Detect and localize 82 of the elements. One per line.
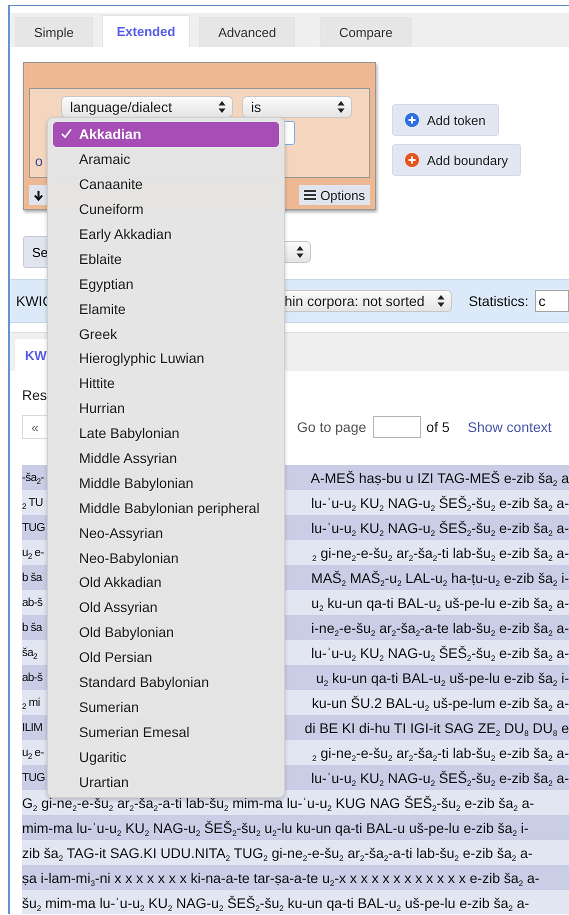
move-down-button[interactable] (29, 185, 47, 205)
right-context: lu-ʾu-u$_{2}$ KU$_{2}$ NAG-u$_{2}$ ŠEŠ$_{2}$-šu$_{2}$ e-zib ša$_{2}$ a- (311, 770, 569, 786)
page-field[interactable] (373, 416, 422, 438)
left-context: TUG (22, 772, 46, 784)
right-context: MAŠ$_{2}$ MAŠ$_{2}$-u$_{2}$ LAL-u$_{2}$ ha-ṭu-u$_{2}$ e-zib ša$_{2}$ i- (311, 570, 569, 586)
updown-arrows-icon (337, 100, 345, 114)
down-arrow-icon (32, 190, 44, 200)
menu-item[interactable]: Hittite (53, 370, 279, 396)
menu-item[interactable]: Standard Babylonian (53, 670, 279, 694)
menu-item[interactable]: Ugaritic (53, 744, 279, 770)
concordance-line: ṣa i-lam-mi$_{3}$-ni x x x x x x x ki-na-a-te tar-ṣa-a-te u$_{2}$-x x x x x x x x x x x x e-zib ša$_{2}$ a- (22, 870, 540, 886)
menu-item[interactable]: Aramaic (53, 146, 279, 172)
options-button[interactable]: Options (299, 185, 370, 205)
left-context: TUG (22, 522, 46, 534)
tab[interactable]: Advanced (199, 17, 296, 47)
add-button[interactable]: Add token (392, 104, 499, 136)
right-context: lu-ʾu-u$_{2}$ KU$_{2}$ NAG-u$_{2}$ ŠEŠ$_{2}$-šu$_{2}$ e-zib ša$_{2}$ a- (311, 494, 569, 510)
results-label: Res (22, 387, 47, 403)
go-to-page-label: Go to page (297, 419, 366, 435)
menu-item[interactable]: Sumerian (53, 694, 279, 720)
updown-arrows-icon (218, 100, 226, 114)
concordance-line: mim-ma lu-ʾu-u$_{2}$ KU$_{2}$ NAG-u$_{2}$ ŠEŠ$_{2}$-šu$_{2}$ u$_{2}$-lu ku-un qa-ti BAL-u uš-pe-lu e-zib ša$_{2}$ i- (22, 820, 529, 836)
menu-item[interactable]: Sumerian Emesal (53, 719, 279, 744)
right-context: i-ne$_{2}$-e-šu$_{2}$ ar$_{2}$-ša$_{2}$-a-te lab-šu$_{2}$ e-zib ša$_{2}$ a- (311, 620, 569, 636)
concordance-line: zib ša$_{2}$ TAG-it SAG.KI UDU.NITA$_{2}$ TUG$_{2}$ gi-ne$_{2}$-e-šu$_{2}$ ar$_{2}$-ša$_{2}$-a-ti lab-šu$_{2}$ e-zib ša$_{2}$ a- (22, 844, 533, 860)
left-context: b ša (22, 572, 44, 584)
right-context: u$_{2}$ ku-un qa-ti BAL-u$_{2}$ uš-pe-lu e-zib ša$_{2}$ a- (311, 594, 569, 610)
left-context: ab-š (22, 672, 44, 684)
left-context: ša$_{2}$ (22, 646, 38, 658)
right-context: lu-ʾu-u$_{2}$ KU$_{2}$ NAG-u$_{2}$ ŠEŠ$_{2}$-šu$_{2}$ e-zib ša$_{2}$ a- (311, 520, 569, 536)
menu-item[interactable]: Late Babylonian (53, 420, 279, 446)
concordance-line: šu$_{2}$ mim-ma lu-ʾu-u$_{2}$ KU$_{2}$ NAG-u$_{2}$ ŠEŠ$_{2}$-šu$_{2}$ ku-un qa-ti BAL-u$_{2}$ uš-pe-lu e-zib ša$_{2}$ a- (22, 894, 530, 910)
menu-item[interactable]: Old Akkadian (53, 570, 279, 595)
show-context-link[interactable]: Show context (468, 419, 552, 435)
right-context: $_{2}$ gi-ne$_{2}$-e-šu$_{2}$ ar$_{2}$-ša$_{2}$-ti lab-šu$_{2}$ e-zib ša$_{2}$ a- (312, 544, 569, 560)
menu-item[interactable]: Middle Babylonian peripheral (53, 495, 279, 520)
updown-arrows-icon (296, 245, 304, 259)
previous-page-button[interactable]: « (22, 415, 48, 439)
right-context: A-MEŠ haṣ-bu u IZI TAG-MEŠ e-zib ša$_{2}$ a (310, 470, 569, 486)
menu-item[interactable]: Old Persian (53, 644, 279, 670)
menu-item[interactable]: Old Babylonian (53, 620, 279, 645)
plus-circle-icon (405, 153, 419, 167)
left-context: -ša$_{2}$- (22, 472, 45, 484)
menu-item[interactable]: Old Assyrian (53, 594, 279, 620)
menu-item[interactable]: Urartian (53, 769, 279, 794)
attribute-select[interactable]: language/dialect (61, 96, 233, 118)
tab[interactable]: Simple (15, 17, 93, 47)
tab[interactable]: Extended (102, 15, 190, 47)
updown-arrows-icon (436, 294, 445, 308)
left-context: ab-š (22, 596, 44, 608)
menu-item[interactable]: Neo-Assyrian (53, 520, 279, 546)
concordance-line: G$_{2}$ gi-ne$_{2}$-e-šu$_{2}$ ar$_{2}$-ša$_{2}$-a-ti lab-šu$_{2}$ mim-ma lu-ʾu-u$_{2}$ KUG NAG ŠEŠ$_{2}$-šu$_{2}$ e-zib ša$_{2}$ a- (22, 794, 534, 810)
statistics-label: Statistics: (468, 293, 528, 309)
right-context: di BE KI di-hu TI IGI-it SAG ZE$_{2}$ DU$_{8}$ DU$_{8}$ e (304, 720, 569, 736)
check-icon (61, 128, 72, 139)
left-context: ILIM (22, 722, 44, 734)
page-count: of 5 (426, 419, 450, 435)
menu-item[interactable]: Early Akkadian (53, 222, 279, 246)
statistics-select[interactable]: c (534, 290, 569, 312)
tab[interactable]: Compare (320, 17, 412, 47)
right-context: $_{2}$ gi-ne$_{2}$-e-šu$_{2}$ ar$_{2}$-ša$_{2}$-ti lab-šu$_{2}$ e-zib ša$_{2}$ a- (312, 744, 569, 760)
menu-item[interactable]: Akkadian (53, 122, 279, 147)
operator-select[interactable]: is (242, 96, 352, 118)
add-button[interactable]: Add boundary (392, 144, 521, 176)
menu-item[interactable]: Eblaite (53, 246, 279, 272)
plus-circle-icon (405, 113, 419, 127)
right-context: ku-un ŠU.2 BAL-u$_{2}$ uš-pe-lum e-zib ša$_{2}$ a- (312, 694, 569, 710)
left-context: $_{2}$ TU (22, 496, 44, 508)
menu-item[interactable]: Middle Assyrian (53, 446, 279, 470)
menu-item[interactable]: Neo-Babylonian (53, 545, 279, 570)
menu-icon (304, 190, 316, 200)
left-context: b ša (22, 622, 44, 634)
left-context: u$_{2}$ e- (22, 746, 45, 758)
right-context: lu-ʾu-u$_{2}$ KU$_{2}$ NAG-u$_{2}$ ŠEŠ$_{2}$-šu$_{2}$ e-zib ša$_{2}$ a- (311, 644, 569, 660)
menu-item[interactable]: Cuneiform (53, 196, 279, 222)
menu-item[interactable]: Canaanite (53, 172, 279, 197)
left-context: $_{2}$ mi (22, 696, 41, 708)
left-context: u$_{2}$ e- (22, 546, 45, 558)
or-link[interactable]: o (35, 153, 43, 169)
menu-item[interactable]: Middle Babylonian (53, 470, 279, 496)
menu-item[interactable]: Hurrian (53, 396, 279, 421)
right-context: u$_{2}$ ku-un qa-ti BAL-u$_{2}$ uš-pe-lu e-zib ša$_{2}$ i- (316, 670, 569, 686)
